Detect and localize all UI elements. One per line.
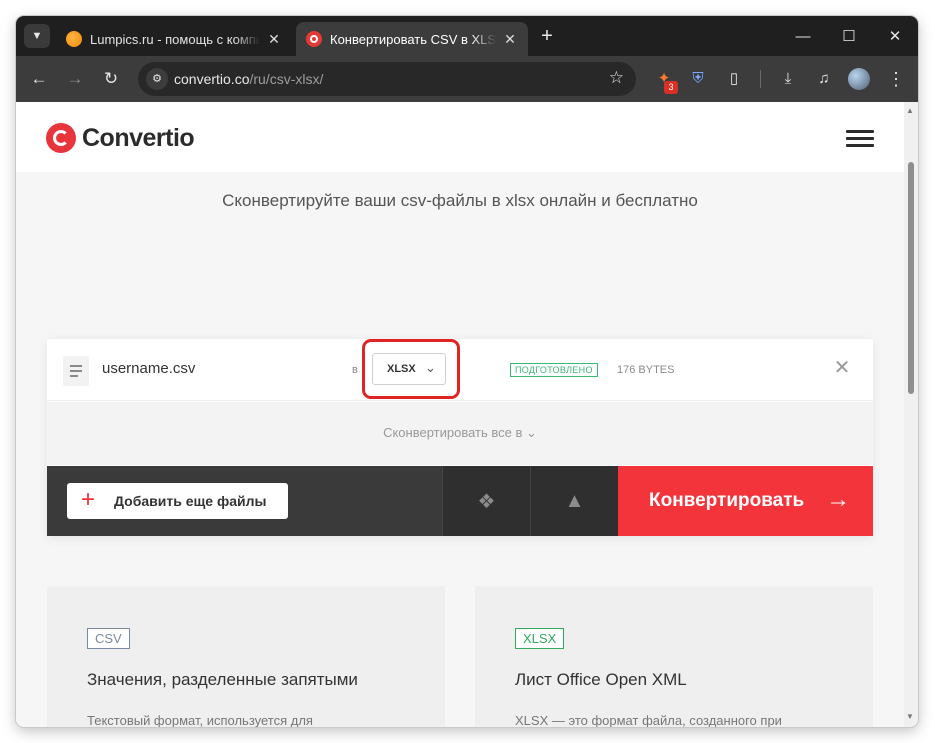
file-list-card: username.csv в XLSX ⌄ ПОДГОТОВЛЕНО 176 B… [47,339,873,536]
browser-toolbar: ← → ↻ ⚙ convertio.co/ru/csv-xlsx/ ☆ ✦ 3 … [16,56,918,102]
format-title: Лист Office Open XML [515,670,687,689]
extension-shield-icon[interactable]: ⛨ [686,68,710,90]
arrow-right-icon: → [826,486,850,513]
format-tag: XLSX [515,628,565,649]
site-logo-text[interactable]: Convertio [82,124,195,153]
url-host: convertio.co [174,71,250,87]
dropbox-icon[interactable]: ❖ [442,466,530,536]
profile-avatar[interactable] [848,68,870,90]
status-badge: ПОДГОТОВЛЕНО [510,363,598,377]
convert-button[interactable]: Конвертировать → [618,466,873,536]
scrollbar-thumb[interactable] [908,162,914,394]
convert-all-row: Сконвертировать все в ⌄ [47,402,873,465]
media-control-icon[interactable]: ♫ [812,68,836,90]
format-title: Значения, разделенные запятыми [87,670,358,689]
tab-title: Lumpics.ru - помощь с компьютером [90,31,260,47]
downloads-icon[interactable]: ⤓ [776,68,800,90]
tab-search-button[interactable]: ▼ [24,24,50,48]
action-bar: + Добавить еще файлы ❖ ▲ Конвертировать … [47,466,873,536]
add-files-label: Добавить еще файлы [114,493,267,509]
page-subtitle: Сконвертируйте ваши csv-файлы в xlsx онл… [222,191,698,210]
toolbar-divider [760,70,761,88]
site-header: Convertio [16,102,904,172]
format-info-csv: CSV Значения, разделенные запятыми Текст… [47,586,445,727]
convert-label: Конвертировать [649,490,805,511]
new-tab-button[interactable]: + [536,24,558,48]
to-format-label: в [352,364,358,376]
format-description: XLSX — это формат файла, созданного при … [515,713,782,727]
format-tag: CSV [87,628,130,649]
chevron-down-icon: ⌄ [425,360,436,375]
format-description: Текстовый формат, используется для предс… [87,713,313,727]
bookmark-star-icon[interactable]: ☆ [609,68,624,88]
url-path: /ru/csv-xlsx/ [249,71,324,87]
tab-close-icon[interactable]: ✕ [502,31,518,48]
file-name: username.csv [102,360,196,377]
tab-close-icon[interactable]: ✕ [266,31,282,48]
scroll-up-icon[interactable]: ▲ [906,106,914,115]
hamburger-menu-icon[interactable] [846,130,874,148]
forward-button[interactable]: → [62,66,88,92]
plus-icon: + [81,486,96,513]
remove-file-close-icon[interactable]: ✕ [831,357,853,379]
tab-convertio[interactable]: Конвертировать CSV в XLSX (Бесплатно) ✕ [296,22,528,56]
convert-all-dropdown[interactable]: Сконвертировать все в ⌄ [47,425,873,441]
target-format-dropdown[interactable]: XLSX ⌄ [372,353,446,385]
target-format-value: XLSX [387,363,416,375]
reload-button[interactable]: ↻ [98,66,124,92]
lumpics-favicon-icon [66,31,82,47]
convertio-favicon-icon [306,31,322,47]
file-size: 176 BYTES [617,364,675,376]
format-info-xlsx: XLSX Лист Office Open XML XLSX — это фор… [475,586,873,727]
minimize-button[interactable]: — [780,16,826,56]
browser-menu-icon[interactable]: ⋮ [884,68,908,90]
scroll-down-icon[interactable]: ▼ [906,712,914,721]
extensions-puzzle-icon[interactable]: ▯ [722,68,746,90]
google-drive-icon[interactable]: ▲ [530,466,618,536]
add-files-button[interactable]: + Добавить еще файлы [67,483,288,519]
address-bar[interactable]: ⚙ convertio.co/ru/csv-xlsx/ ☆ [138,62,636,96]
close-window-button[interactable]: ✕ [872,16,918,56]
tab-lumpics[interactable]: Lumpics.ru - помощь с компьютером ✕ [56,22,292,56]
extension-badge: 3 [664,81,678,94]
maximize-button[interactable]: ☐ [826,16,872,56]
file-doc-icon [63,356,89,386]
browser-window: ▼ Lumpics.ru - помощь с компьютером ✕ Ко… [16,16,918,727]
web-page: Convertio Сконвертируйте ваши csv-файлы … [16,102,904,727]
convertio-logo-icon[interactable] [46,123,76,153]
convert-all-label: Сконвертировать все в [383,425,523,440]
back-button[interactable]: ← [26,66,52,92]
tab-title: Конвертировать CSV в XLSX (Бесплатно) [330,31,496,47]
file-row: username.csv в XLSX ⌄ ПОДГОТОВЛЕНО 176 B… [47,339,873,401]
page-scrollbar[interactable]: ▲ ▼ [904,102,918,727]
tab-strip: ▼ Lumpics.ru - помощь с компьютером ✕ Ко… [16,16,918,56]
site-info-icon[interactable]: ⚙ [146,68,168,90]
chevron-down-icon: ⌄ [526,425,537,440]
url-text[interactable]: convertio.co/ru/csv-xlsx/ [174,71,323,87]
